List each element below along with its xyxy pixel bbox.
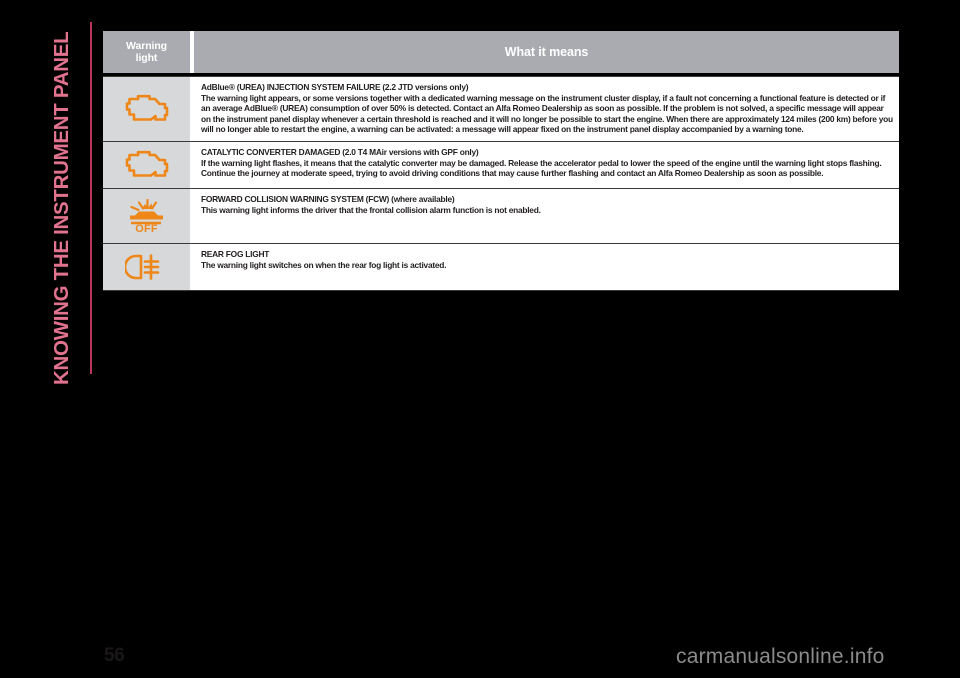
warning-light-icon-cell: OFF: [103, 188, 190, 243]
engine-check-icon: [121, 142, 173, 188]
warning-light-description-cell: CATALYTIC CONVERTER DAMAGED (2.0 T4 MAir…: [194, 141, 899, 188]
warning-light-description-cell: FORWARD COLLISION WARNING SYSTEM (FCW) (…: [194, 188, 899, 243]
table-header-warning-light-line2: light: [135, 52, 158, 64]
warning-light-title: CATALYTIC CONVERTER DAMAGED (2.0 T4 MAir…: [201, 146, 479, 157]
warning-light-title: FORWARD COLLISION WARNING SYSTEM (FCW) (…: [201, 193, 455, 204]
warning-light-title: REAR FOG LIGHT: [201, 248, 270, 259]
manual-page: KNOWING THE INSTRUMENT PANEL Warning lig…: [0, 0, 960, 678]
page-number: 56: [104, 645, 125, 666]
engine-check-icon: [121, 86, 173, 132]
warning-light-icon-cell: [103, 243, 190, 290]
forward-collision-off-label: OFF: [135, 222, 158, 235]
warning-light-description-cell: AdBlue® (UREA) INJECTION SYSTEM FAILURE …: [194, 77, 899, 141]
warning-light-icon-cell: [103, 141, 190, 188]
table-header-what-it-means: What it means: [194, 31, 899, 73]
warning-light-title: AdBlue® (UREA) INJECTION SYSTEM FAILURE …: [201, 82, 469, 92]
chapter-rule-divider: [90, 22, 93, 374]
table-row: AdBlue® (UREA) INJECTION SYSTEM FAILURE …: [103, 76, 899, 141]
forward-collision-off-icon: OFF: [121, 189, 173, 243]
warning-light-body: If the warning light flashes, it means t…: [201, 157, 882, 179]
table-row: OFF FORWARD COLLISION WARNING SYSTEM (FC…: [103, 187, 899, 243]
warning-light-body: This warning light informs the driver th…: [201, 204, 541, 215]
table-header-warning-light-line1: Warning: [126, 39, 167, 52]
site-watermark: carmanualsonline.info: [676, 645, 885, 668]
warning-light-body: The warning light switches on when the r…: [201, 259, 447, 270]
table-header-warning-light: Warning light: [103, 31, 190, 73]
warning-light-icon-cell: [103, 77, 190, 141]
rear-fog-light-icon: [121, 244, 173, 290]
table-row: REAR FOG LIGHT The warning light switche…: [103, 242, 899, 291]
warning-light-body: The warning light appears, or some versi…: [201, 92, 893, 135]
chapter-title: KNOWING THE INSTRUMENT PANEL: [50, 31, 73, 385]
table-row: CATALYTIC CONVERTER DAMAGED (2.0 T4 MAir…: [103, 140, 899, 188]
warning-lights-table: Warning light What it means AdBlue® (URE…: [103, 31, 899, 291]
warning-light-description-cell: REAR FOG LIGHT The warning light switche…: [194, 243, 899, 290]
chapter-strip: KNOWING THE INSTRUMENT PANEL: [0, 0, 100, 678]
table-header-row: Warning light What it means: [103, 31, 899, 73]
